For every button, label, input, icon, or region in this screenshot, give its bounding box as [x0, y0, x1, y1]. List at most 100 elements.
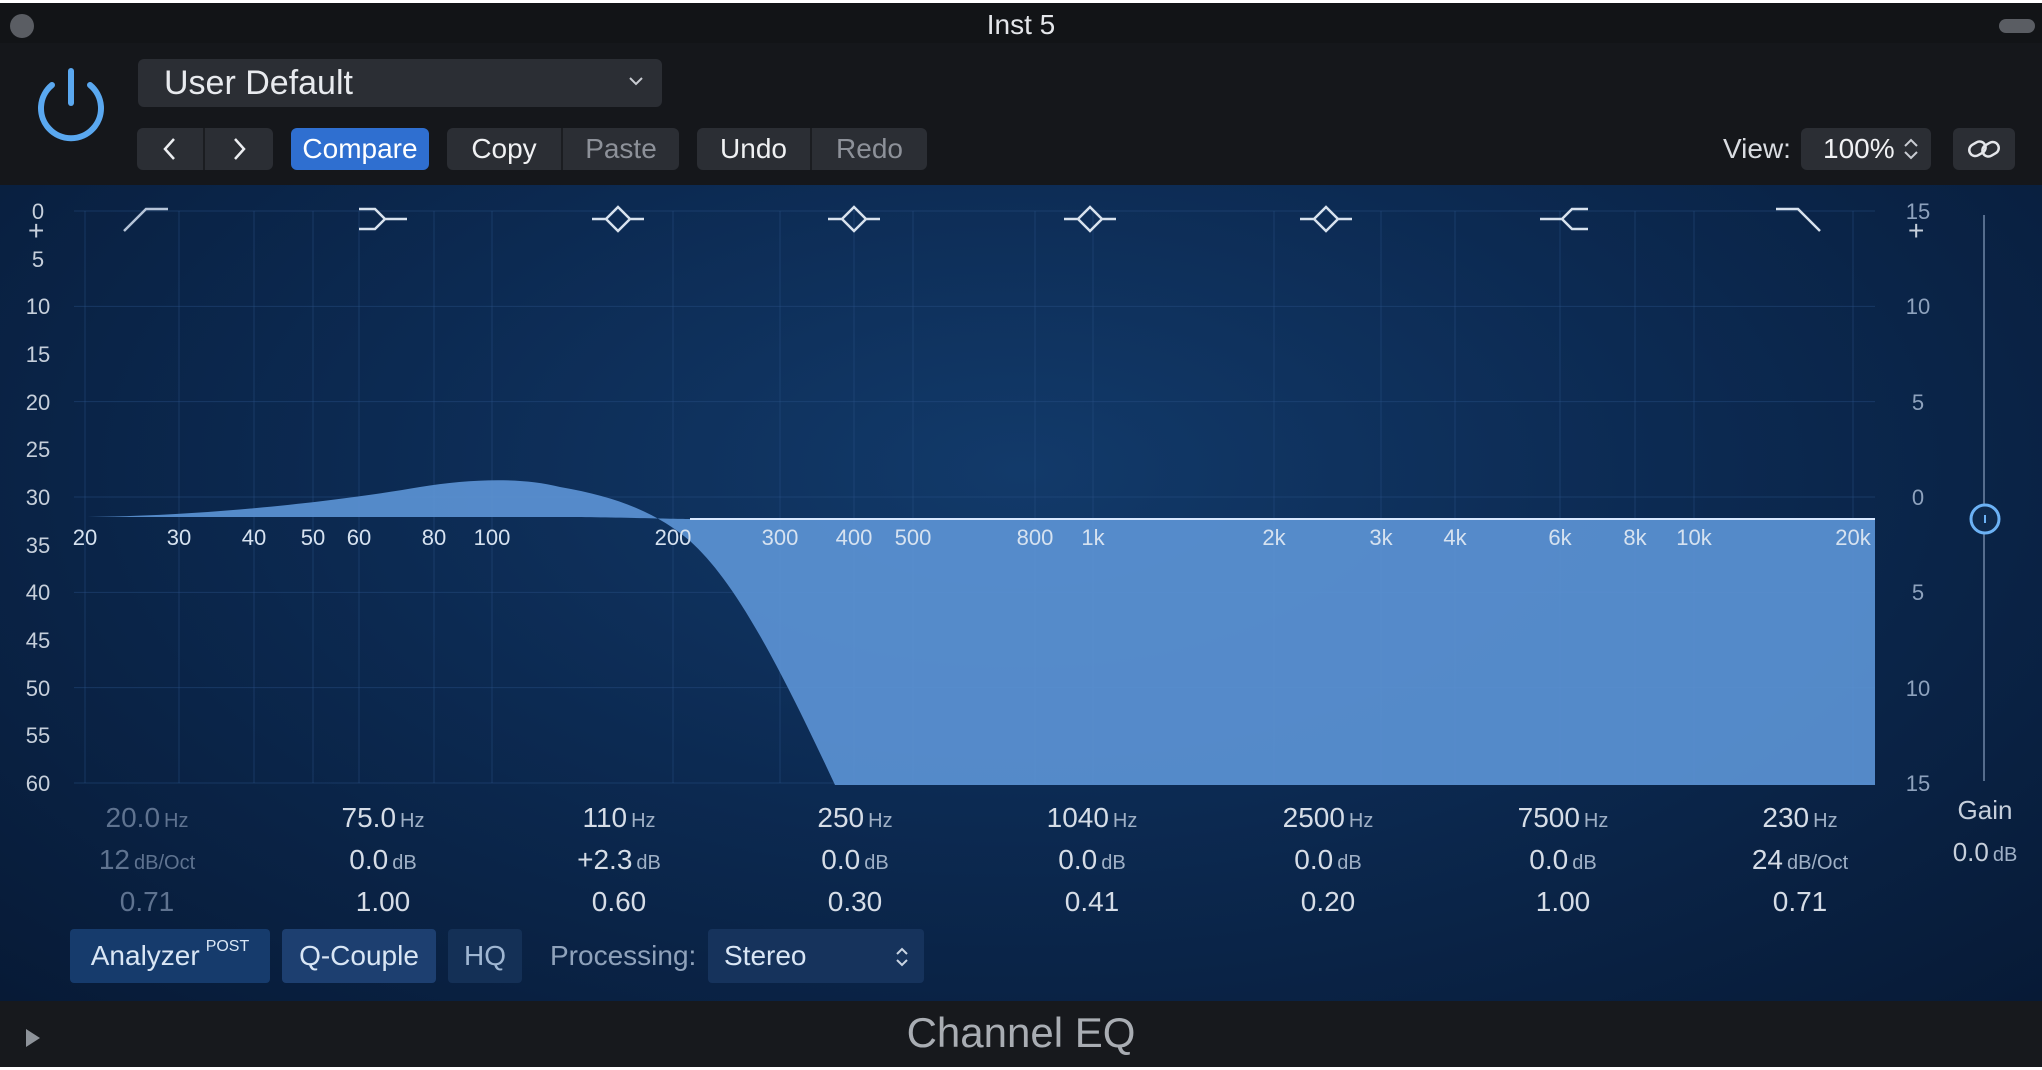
band-q-value: 0.41	[1064, 886, 1120, 917]
frequency-tick: 2k	[1262, 525, 1286, 550]
high-shelf-icon[interactable]	[1536, 201, 1592, 237]
band-frequency[interactable]: 20.0 Hz	[47, 797, 247, 839]
eq-curve[interactable]	[74, 480, 1875, 785]
band-frequency[interactable]: 110 Hz	[519, 797, 719, 839]
undo-button[interactable]: Undo	[697, 128, 812, 170]
copy-paste-control: Copy Paste	[447, 128, 679, 170]
band-gain-unit: dB	[392, 852, 417, 874]
band-frequency[interactable]: 75.0 Hz	[283, 797, 483, 839]
band-gain[interactable]: 0.0 dB	[283, 839, 483, 881]
band-gain-unit: dB/Oct	[1787, 852, 1849, 874]
band-gain-value: 0.0	[1529, 844, 1569, 875]
band-q-value: 0.71	[119, 886, 175, 917]
link-button[interactable]	[1953, 128, 2015, 170]
band-frequency-value: 1040	[1046, 802, 1109, 833]
band-gain[interactable]: 0.0 dB	[755, 839, 955, 881]
analyzer-mode: POST	[205, 938, 250, 955]
stepper-icon	[896, 947, 908, 967]
low-cut-icon[interactable]	[118, 201, 174, 237]
band-frequency[interactable]: 2500 Hz	[1228, 797, 1428, 839]
band-frequency[interactable]: 1040 Hz	[992, 797, 1192, 839]
band-q-value: 0.20	[1300, 886, 1356, 917]
frequency-tick: 300	[761, 525, 799, 550]
plugin-window: Inst 5 User Default Compare Copy Paste U…	[0, 3, 2042, 1067]
band-frequency-unit: Hz	[400, 810, 425, 832]
redo-button[interactable]: Redo	[812, 128, 927, 170]
band-q[interactable]: 1.00	[1463, 881, 1663, 923]
frequency-tick: 50	[300, 525, 326, 550]
band-q[interactable]: 1.00	[283, 881, 483, 923]
preset-dropdown[interactable]: User Default	[138, 59, 662, 107]
paste-button[interactable]: Paste	[563, 128, 679, 170]
undo-redo-control: Undo Redo	[697, 128, 927, 170]
band-q[interactable]: 0.71	[47, 881, 247, 923]
band-frequency-value: 20.0	[105, 802, 161, 833]
analyzer-label: Analyzer	[90, 940, 200, 971]
frequency-tick: 4k	[1443, 525, 1467, 550]
band-7-params: 7500 Hz 0.0 dB 1.00	[1463, 797, 1663, 923]
db-tick-left: 20	[25, 389, 51, 415]
gain-value[interactable]: 0.0 dB	[1930, 831, 2040, 873]
band-frequency-unit: Hz	[1583, 810, 1609, 832]
band-gain[interactable]: 0.0 dB	[1228, 839, 1428, 881]
copy-button[interactable]: Copy	[447, 128, 563, 170]
frequency-tick: 3k	[1369, 525, 1393, 550]
db-tick-left: 45	[25, 628, 51, 653]
band-q-value: 0.60	[591, 886, 647, 917]
band-q[interactable]: 0.71	[1700, 881, 1900, 923]
low-shelf-icon[interactable]	[355, 201, 411, 237]
band-frequency[interactable]: 230 Hz	[1700, 797, 1900, 839]
window-title: Inst 5	[986, 9, 1056, 40]
q-couple-button[interactable]: Q-Couple	[282, 929, 436, 983]
analyzer-button[interactable]: Analyzer POST	[70, 929, 270, 983]
band-gain-unit: dB	[1572, 852, 1597, 874]
band-frequency-unit: Hz	[868, 810, 893, 832]
power-icon[interactable]	[30, 63, 112, 145]
compare-button[interactable]: Compare	[291, 128, 429, 170]
band-q[interactable]: 0.30	[755, 881, 955, 923]
band-3-params: 110 Hz +2.3 dB 0.60	[519, 797, 719, 923]
bell-band-icon[interactable]	[1298, 201, 1354, 237]
db-tick-left: 50	[25, 675, 51, 701]
db-tick-right: 10	[1905, 294, 1931, 320]
frequency-tick: 10k	[1676, 525, 1712, 550]
band-gain[interactable]: +2.3 dB	[519, 839, 719, 881]
hq-button[interactable]: HQ	[448, 929, 522, 983]
db-tick-left: 35	[25, 532, 51, 558]
band-gain-unit: dB	[1101, 852, 1126, 874]
bell-band-icon[interactable]	[826, 201, 882, 237]
view-zoom-value: 100%	[1823, 133, 1895, 164]
band-q[interactable]: 0.41	[992, 881, 1192, 923]
band-gain-value: 0.0	[821, 844, 861, 875]
band-q-value: 1.00	[1535, 886, 1591, 917]
bell-band-icon[interactable]	[1062, 201, 1118, 237]
minimize-window-icon[interactable]	[1999, 19, 2035, 33]
preset-name: User Default	[164, 63, 353, 102]
band-frequency-unit: Hz	[1813, 810, 1838, 832]
band-q[interactable]: 0.20	[1228, 881, 1428, 923]
db-tick-left: 25	[25, 437, 51, 463]
previous-preset-button[interactable]	[137, 128, 205, 170]
band-q[interactable]: 0.60	[519, 881, 719, 923]
chevron-right-icon	[234, 138, 246, 160]
band-gain[interactable]: 12 dB/Oct	[47, 839, 247, 881]
db-tick-left: 40	[25, 580, 51, 606]
view-zoom-select[interactable]: 100%	[1801, 128, 1931, 170]
band-frequency-unit: Hz	[631, 810, 656, 832]
band-gain-value: 0.0	[1294, 844, 1334, 875]
band-2-params: 75.0 Hz 0.0 dB 1.00	[283, 797, 483, 923]
band-frequency-unit: Hz	[1348, 810, 1374, 832]
band-gain[interactable]: 0.0 dB	[992, 839, 1192, 881]
band-gain[interactable]: 0.0 dB	[1463, 839, 1663, 881]
band-frequency[interactable]: 7500 Hz	[1463, 797, 1663, 839]
gain-unit: dB	[1992, 844, 2018, 866]
band-gain[interactable]: 24 dB/Oct	[1700, 839, 1900, 881]
frequency-tick: 400	[835, 525, 873, 550]
gain-number: 0.0	[1952, 837, 1989, 867]
processing-select[interactable]: Stereo	[708, 929, 924, 983]
band-gain-unit: dB/Oct	[134, 852, 196, 874]
band-frequency[interactable]: 250 Hz	[755, 797, 955, 839]
bell-band-icon[interactable]	[590, 201, 646, 237]
high-cut-icon[interactable]	[1770, 201, 1826, 237]
next-preset-button[interactable]	[205, 128, 273, 170]
